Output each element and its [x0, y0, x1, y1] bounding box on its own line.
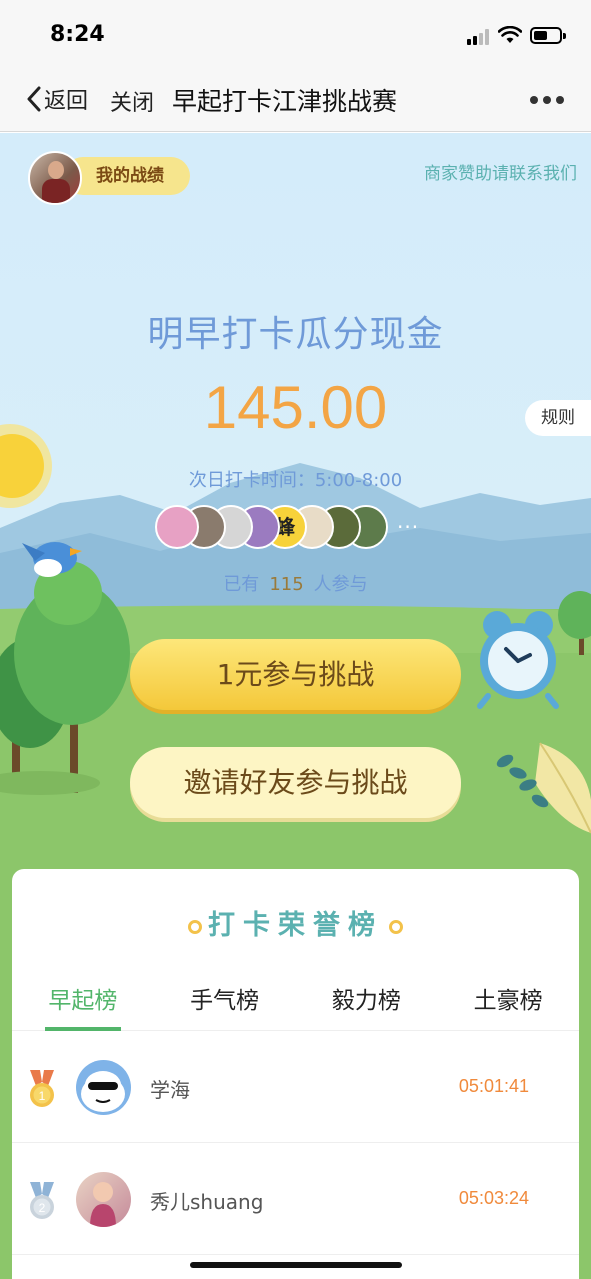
back-button[interactable]: 返回	[26, 84, 88, 114]
participant-count-line: 已有 115 人参与	[0, 570, 591, 596]
board-tabs: 早起榜 手气榜 毅力榜 土豪榜	[12, 973, 579, 1031]
participant-prefix: 已有	[223, 574, 260, 595]
close-button[interactable]: 关闭	[110, 85, 154, 117]
tab-tycoon[interactable]: 土豪榜	[437, 973, 579, 1030]
ranking-row[interactable]: 2 秀儿shuang 05:03:24	[12, 1144, 579, 1255]
ranking-row[interactable]: 1 学海 05:01:41	[12, 1032, 579, 1143]
headline: 明早打卡瓜分现金	[147, 314, 444, 355]
silver-medal-icon: 2	[30, 1182, 54, 1219]
board-title-text: 打卡荣誉榜	[208, 910, 383, 941]
tab-perseverance[interactable]: 毅力榜	[296, 973, 438, 1030]
challenge-hero: 我的战绩 商家赞助请联系我们 明早打卡瓜分现金 145.00 规则 次日打卡时间…	[0, 133, 591, 1279]
honor-board: 打卡荣誉榜 早起榜 手气榜 毅力榜 土豪榜 1 学海 05:01:41 2 秀儿…	[12, 869, 579, 1279]
participant-suffix: 人参与	[313, 574, 368, 595]
cellular-signal-icon	[467, 29, 491, 45]
tab-early-riser[interactable]: 早起榜	[12, 973, 154, 1031]
my-avatar[interactable]	[28, 151, 82, 205]
nav-bar: 返回 关闭 早起打卡江津挑战赛	[0, 66, 591, 132]
my-record-button[interactable]: 我的战绩	[64, 157, 190, 195]
rank-number: 1	[39, 1089, 46, 1103]
rules-button[interactable]: 规则	[525, 400, 591, 436]
join-challenge-button[interactable]: 1元参与挑战	[130, 639, 461, 710]
chevron-left-icon	[27, 86, 41, 112]
pink-flower-avatar	[155, 505, 199, 549]
battery-icon	[530, 27, 566, 44]
avatar[interactable]	[76, 1172, 131, 1227]
home-indicator	[190, 1262, 402, 1268]
gold-medal-icon: 1	[30, 1070, 54, 1107]
rank-number: 2	[39, 1201, 46, 1215]
rank-name: 秀儿shuang	[150, 1190, 264, 1214]
more-participants-icon[interactable]: ···	[397, 515, 419, 539]
sponsor-contact-link[interactable]: 商家赞助请联系我们	[424, 159, 577, 184]
status-bar: 8:24	[0, 0, 591, 66]
medal-icon	[389, 919, 403, 934]
invite-friends-button[interactable]: 邀请好友参与挑战	[130, 747, 461, 818]
wifi-icon	[498, 26, 522, 43]
avatar[interactable]	[76, 1060, 131, 1115]
page-title: 早起打卡江津挑战赛	[172, 87, 398, 116]
tab-luck[interactable]: 手气榜	[154, 973, 296, 1030]
participant-count: 115	[269, 574, 304, 595]
back-label: 返回	[44, 89, 89, 114]
more-options-icon[interactable]	[530, 96, 564, 106]
participant-avatars[interactable]: 蜂 ···	[155, 505, 419, 549]
rank-name: 学海	[150, 1078, 190, 1102]
checkin-time: 次日打卡时间：5:00-8:00	[188, 470, 403, 491]
board-title: 打卡荣誉榜	[12, 903, 579, 942]
checkin-timestamp: 05:01:41	[458, 1076, 529, 1096]
prize-amount: 145.00	[203, 374, 388, 441]
checkin-timestamp: 05:03:24	[458, 1188, 529, 1208]
medal-icon	[188, 919, 202, 934]
status-time: 8:24	[50, 22, 105, 47]
child-photo-avatar-icon	[90, 1182, 116, 1227]
cartoon-avatar-icon	[81, 1071, 125, 1112]
